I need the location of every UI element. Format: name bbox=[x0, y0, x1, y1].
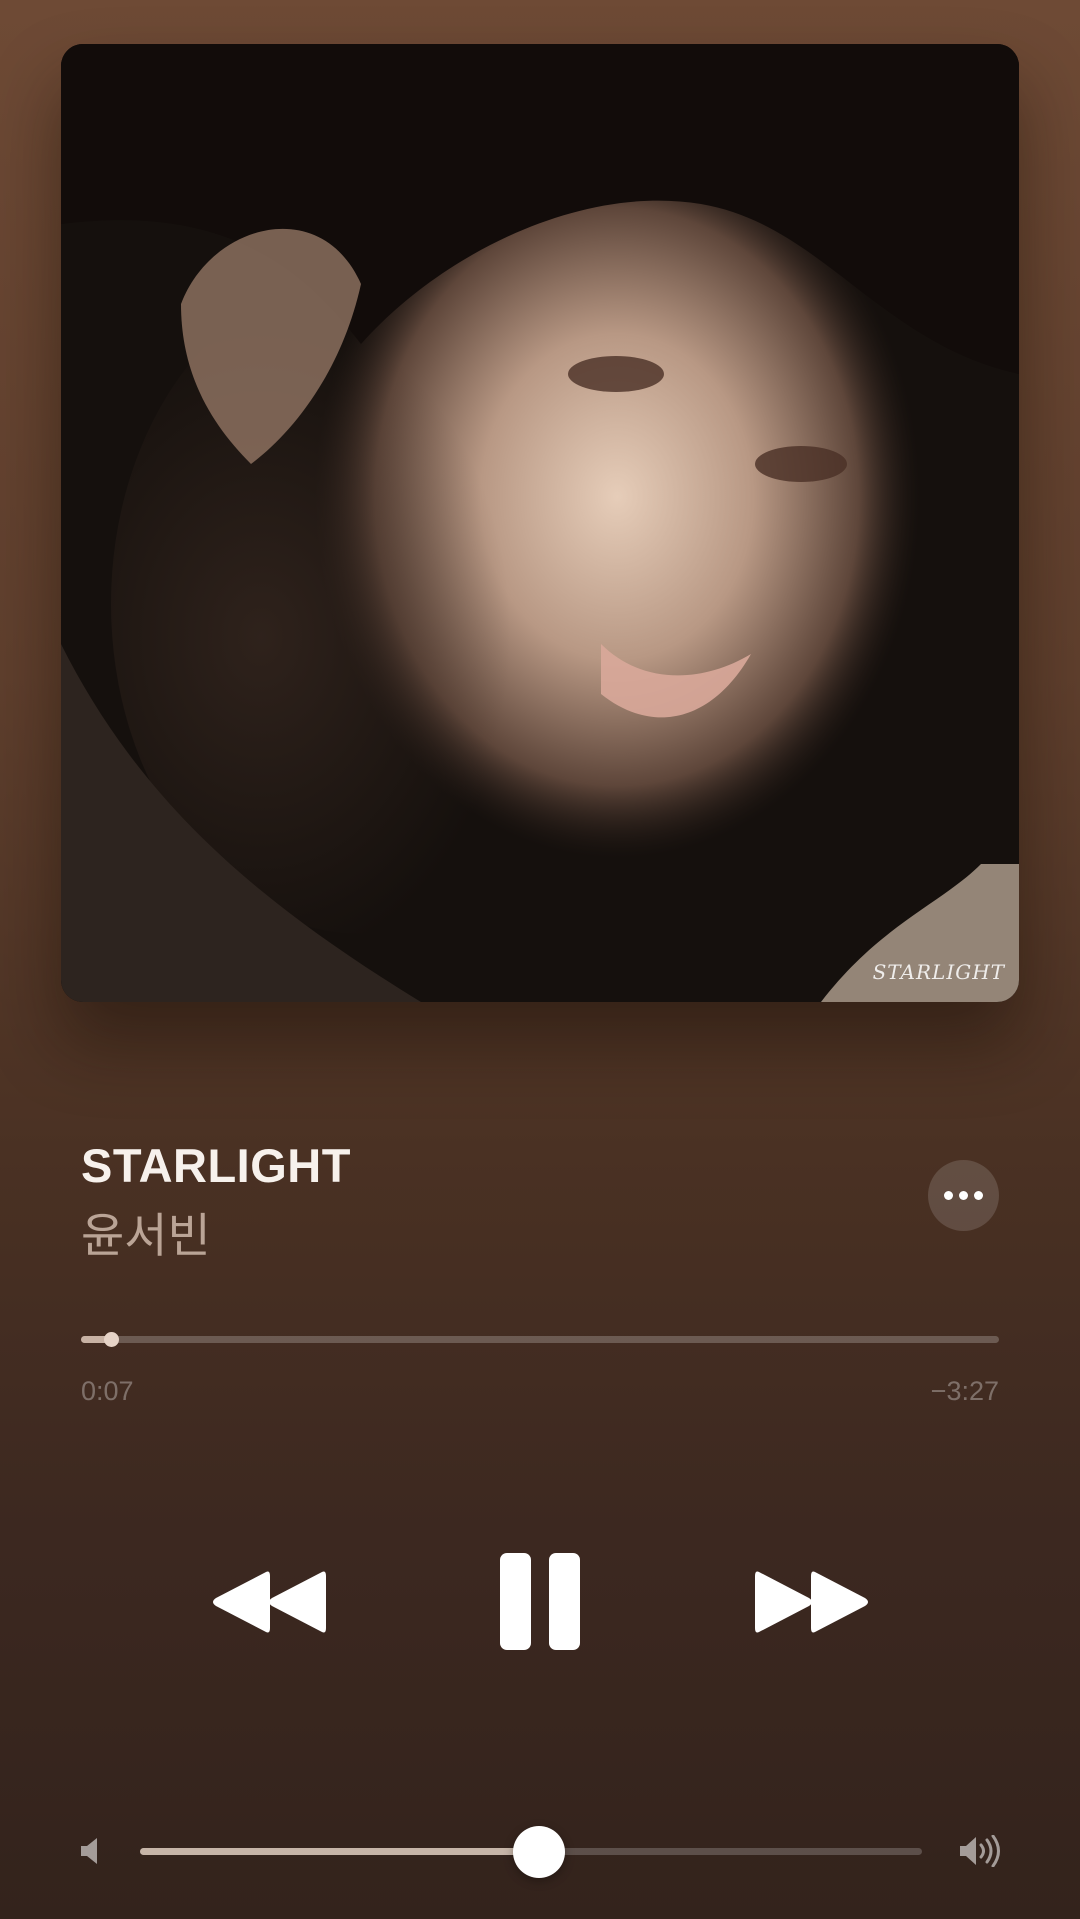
rewind-button[interactable] bbox=[210, 1568, 326, 1636]
playback-scrubber[interactable] bbox=[81, 1332, 999, 1347]
track-artist[interactable]: 윤서빈 bbox=[81, 1197, 211, 1266]
track-title: STARLIGHT bbox=[81, 1139, 351, 1192]
pause-icon bbox=[500, 1553, 580, 1650]
ellipsis-icon bbox=[974, 1191, 983, 1200]
volume-slider-thumb[interactable] bbox=[512, 1826, 565, 1878]
speaker-high-icon bbox=[960, 1835, 1000, 1867]
album-artwork[interactable]: STARLIGHT bbox=[61, 44, 1019, 1002]
forward-icon bbox=[755, 1571, 868, 1633]
time-remaining: −3:27 bbox=[930, 1376, 999, 1406]
ellipsis-icon bbox=[944, 1191, 953, 1200]
backward-icon bbox=[213, 1571, 326, 1633]
more-options-button[interactable] bbox=[928, 1160, 999, 1231]
volume-slider[interactable] bbox=[140, 1826, 922, 1878]
pause-button[interactable] bbox=[498, 1552, 582, 1651]
album-watermark: STARLIGHT bbox=[872, 960, 1005, 984]
speaker-low-icon bbox=[81, 1838, 97, 1864]
fast-forward-button[interactable] bbox=[755, 1568, 871, 1636]
album-art-icon bbox=[61, 44, 1019, 1002]
volume-slider-fill bbox=[140, 1848, 539, 1855]
time-elapsed: 0:07 bbox=[81, 1376, 134, 1406]
playback-scrubber-thumb[interactable] bbox=[104, 1332, 120, 1347]
ellipsis-icon bbox=[959, 1191, 968, 1200]
